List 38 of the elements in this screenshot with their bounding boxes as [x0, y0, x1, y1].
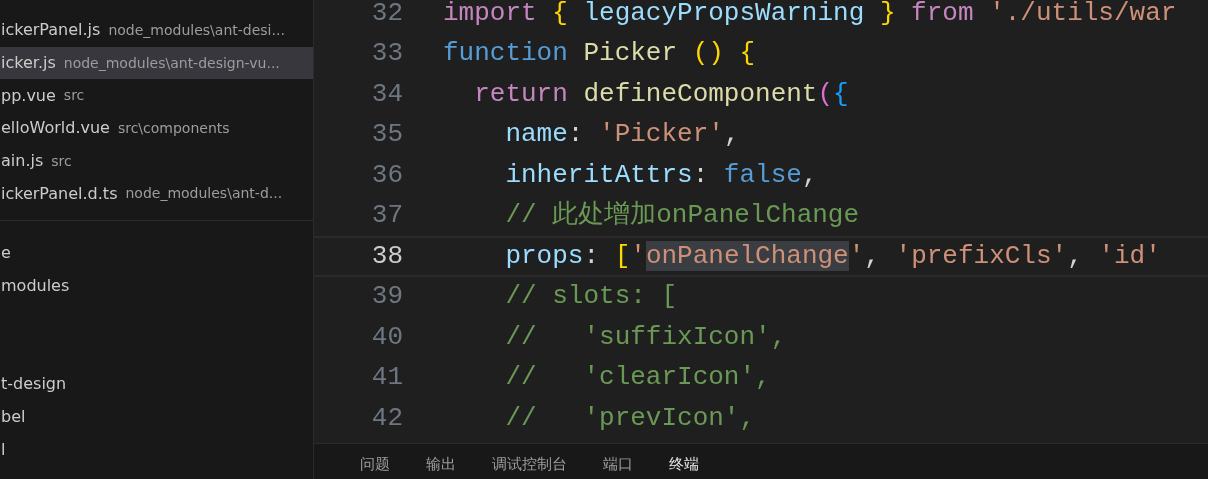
code-line: name: 'Picker', [504, 118, 740, 152]
open-editor-item[interactable]: elloWorld.vue src\components [0, 112, 313, 145]
code-line: inheritAttrs: false, [504, 158, 818, 192]
line-number: 39 [370, 280, 404, 314]
code-line: // 'suffixIcon', [504, 320, 787, 354]
line-number: 38 [370, 239, 404, 273]
line-number: 36 [370, 158, 404, 192]
panel-tab[interactable]: 终端 [651, 447, 717, 476]
line-number: 35 [370, 118, 404, 152]
open-editor-item[interactable]: pp.vue src [0, 79, 313, 113]
code-line: // slots: [ [504, 280, 678, 314]
panel-tab[interactable]: 问题 [342, 447, 408, 476]
tree-item[interactable]: modules [0, 269, 313, 303]
panel-tab[interactable]: 端口 [585, 447, 651, 476]
open-editor-item[interactable]: icker.js node_modules\ant-design-vu... [0, 46, 313, 80]
code-line: import { legacyPropsWarning } from './utils/war [443, 0, 1177, 30]
tree-item[interactable]: e [0, 237, 313, 270]
code-line: // 此处增加onPanelChange [504, 199, 860, 233]
open-editor-item[interactable]: ickerPanel.js node_modules\ant-desi... [0, 14, 313, 47]
code-line: return defineComponent({ [473, 77, 849, 111]
line-number: 32 [370, 0, 404, 30]
panel-tab[interactable]: 调试控制台 [474, 447, 585, 476]
open-editor-item[interactable]: ickerPanel.d.ts node_modules\ant-d... [0, 177, 313, 211]
line-number: 40 [370, 320, 404, 354]
code-line: // 'prevIcon', [504, 401, 756, 435]
open-editor-item[interactable]: ain.js src [0, 144, 313, 178]
line-number: 37 [370, 199, 404, 233]
code-line: // 'clearIcon', [504, 361, 771, 395]
code-line: props: ['onPanelChange', 'prefixCls', 'id' [504, 239, 1161, 273]
line-number: 34 [370, 77, 404, 111]
tree-item[interactable]: l [0, 433, 313, 466]
line-number: 41 [370, 361, 404, 395]
tree-item[interactable]: t-design [0, 367, 313, 401]
line-number: 33 [370, 37, 404, 71]
line-number: 42 [370, 401, 404, 435]
tree-item[interactable]: bel [0, 400, 313, 434]
code-line: function Picker () { [443, 37, 756, 71]
panel-tab[interactable]: 输出 [408, 447, 474, 476]
